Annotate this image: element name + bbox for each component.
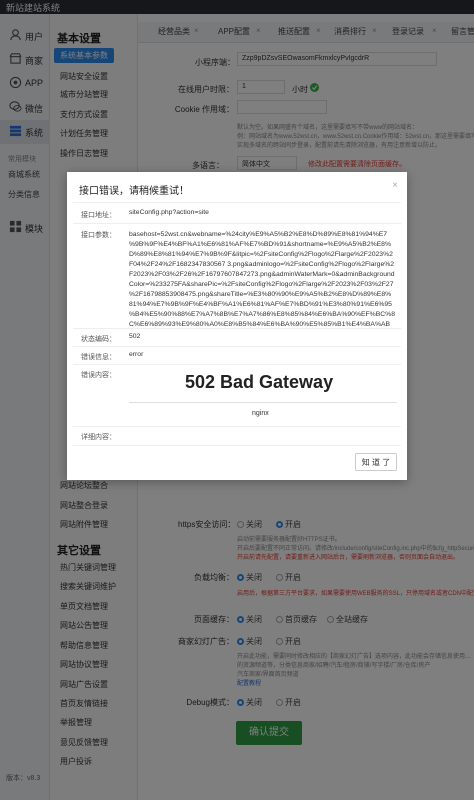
divider	[73, 202, 401, 203]
close-icon[interactable]: ×	[392, 180, 398, 191]
divider	[73, 223, 401, 224]
divider	[73, 445, 401, 446]
error-content-title: 502 Bad Gateway	[185, 372, 334, 392]
status-code-label: 状态编码：	[81, 336, 116, 343]
error-info-label: 错误信息：	[81, 354, 116, 361]
detail-label: 详细内容：	[81, 434, 116, 441]
dialog-title: 接口错误，请稍候重试！	[79, 186, 189, 197]
divider	[129, 402, 397, 403]
error-content-server: nginx	[252, 410, 269, 417]
divider	[73, 328, 401, 329]
error-dialog: 接口错误，请稍候重试！ × 接口地址： siteConfig.php?actio…	[67, 172, 407, 480]
api-address-value: siteConfig.php?action=site	[129, 209, 209, 216]
divider	[73, 426, 401, 427]
api-params-value: basehost=52wst.cn&webname=%24city%E9%A5%…	[129, 231, 395, 328]
error-content-label: 错误内容：	[81, 372, 116, 379]
api-params-label: 接口参数：	[81, 232, 116, 239]
ok-button[interactable]: 知 道 了	[355, 453, 397, 471]
error-info-value: error	[129, 351, 144, 358]
status-code-value: 502	[129, 333, 141, 340]
divider	[73, 364, 401, 365]
api-address-label: 接口地址：	[81, 212, 116, 219]
divider	[73, 346, 401, 347]
